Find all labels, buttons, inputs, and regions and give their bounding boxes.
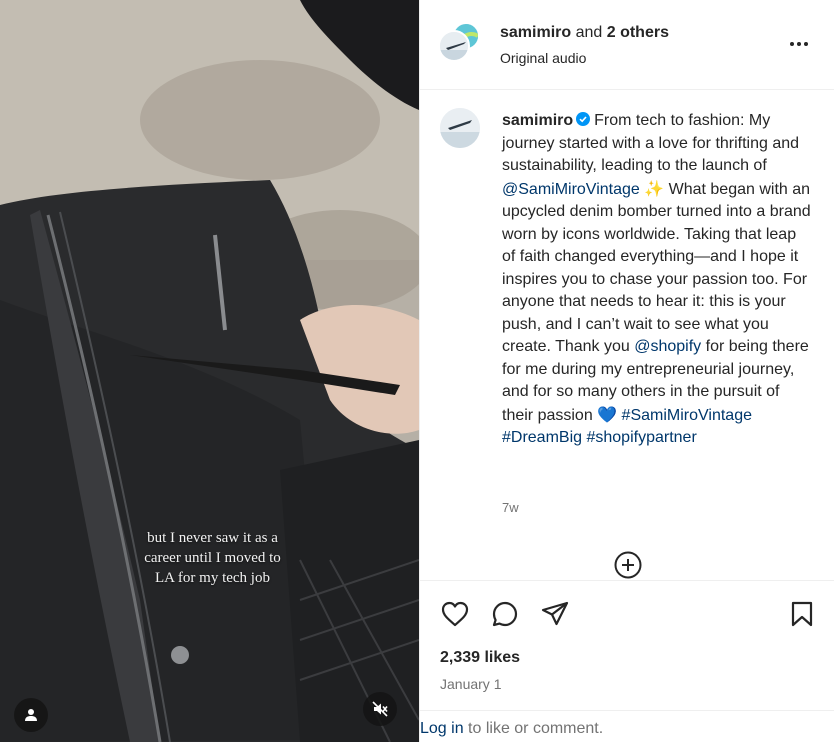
caption-author-avatar[interactable] [440, 108, 480, 148]
user-icon [25, 709, 37, 721]
caption-username-link[interactable]: samimiro [502, 112, 573, 129]
login-link[interactable]: Log in [420, 720, 464, 737]
more-options-icon [790, 42, 794, 46]
hashtag-samimirovintage-link[interactable]: #SamiMiroVintage [622, 407, 752, 424]
login-prompt-text: to like or comment. [463, 720, 604, 737]
mute-toggle-button[interactable] [363, 692, 397, 726]
owner-avatar[interactable] [438, 30, 470, 62]
video-frame [0, 0, 419, 742]
blue-heart-emoji: 💙 [597, 404, 618, 424]
bookmark-icon[interactable] [787, 599, 817, 629]
sparkles-emoji: ✨ [644, 178, 665, 198]
comments-section: samimiro From tech to fashion: My journey… [420, 90, 834, 580]
authors-connector: and [571, 24, 607, 41]
owner-username-link[interactable]: samimiro [500, 24, 571, 41]
post-media-video[interactable]: but I never saw it as a career until I m… [0, 0, 419, 742]
post-side-panel: samimiro and 2 others Original audio sam… [419, 0, 834, 742]
video-overlay-caption: but I never saw it as a career until I m… [144, 530, 281, 586]
post-header: samimiro and 2 others Original audio [420, 0, 834, 90]
muted-speaker-icon [372, 701, 388, 717]
post-authors: samimiro and 2 others [500, 24, 669, 42]
tagged-users-button[interactable] [14, 698, 48, 732]
post-actions: 2,339 likes January 1 [420, 580, 834, 710]
paper-plane-icon[interactable] [540, 599, 570, 629]
comment-icon[interactable] [490, 599, 520, 629]
plus-circle-icon[interactable] [613, 550, 643, 580]
caption-timestamp[interactable]: 7w [502, 500, 519, 515]
post-date[interactable]: January 1 [440, 676, 501, 692]
more-dot [797, 42, 801, 46]
mention-shopify-link[interactable]: @shopify [634, 338, 701, 355]
original-audio-link[interactable]: Original audio [500, 50, 586, 66]
hashtag-dreambig-link[interactable]: #DreamBig [502, 429, 582, 446]
hashtag-shopifypartner-link[interactable]: #shopifypartner [586, 429, 696, 446]
verified-badge-icon [576, 112, 591, 126]
login-prompt: Log in to like or comment. [420, 710, 834, 742]
likes-count[interactable]: 2,339 likes [440, 649, 520, 667]
caption-text-2: What began with an upcycled denim bomber… [502, 180, 811, 356]
more-dot [804, 42, 808, 46]
coauthors-link[interactable]: 2 others [607, 24, 669, 41]
more-options-button[interactable] [790, 36, 812, 52]
mention-samimirovintage-link[interactable]: @SamiMiroVintage [502, 181, 640, 198]
post-caption: samimiro From tech to fashion: My journey… [502, 110, 812, 450]
heart-icon[interactable] [440, 599, 470, 629]
